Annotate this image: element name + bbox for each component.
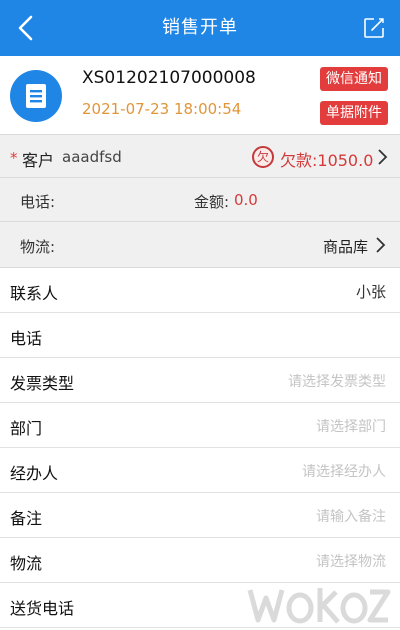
invoice-type-row[interactable]: 发票类型 请选择发票类型 bbox=[0, 358, 400, 403]
logistics-select-row[interactable]: 物流 请选择物流 bbox=[0, 538, 400, 583]
logistics-field-label: 物流 bbox=[10, 554, 43, 573]
phone-field-label: 电话 bbox=[10, 329, 43, 348]
phone-amount-row: 电话: 金额: 0.0 bbox=[0, 178, 400, 222]
owe-badge-icon: 欠 bbox=[252, 146, 274, 168]
order-number: XS01202107000008 bbox=[82, 68, 256, 88]
remark-row[interactable]: 备注 请输入备注 bbox=[0, 493, 400, 538]
logistics-row[interactable]: 物流: 商品库 bbox=[0, 222, 400, 268]
contact-row[interactable]: 联系人 小张 bbox=[0, 268, 400, 313]
remark-label: 备注 bbox=[10, 509, 43, 528]
handler-row[interactable]: 经办人 请选择经办人 bbox=[0, 448, 400, 493]
edit-button[interactable] bbox=[358, 12, 390, 44]
top-app-bar: 销售开单 bbox=[0, 0, 400, 56]
logistics-value: 商品库 bbox=[322, 238, 368, 256]
phone-label: 电话: bbox=[20, 193, 56, 211]
contact-label: 联系人 bbox=[10, 284, 59, 303]
logistics-label: 物流: bbox=[20, 238, 56, 256]
logistics-select[interactable]: 请选择物流 bbox=[316, 551, 386, 571]
phone-row[interactable]: 电话 bbox=[0, 313, 400, 358]
amount-label: 金额: bbox=[194, 193, 230, 211]
order-header: XS01202107000008 2021-07-23 18:00:54 微信通… bbox=[0, 56, 400, 134]
amount-value: 0.0 bbox=[234, 191, 258, 209]
delivery-phone-label: 送货电话 bbox=[10, 599, 75, 618]
handler-label: 经办人 bbox=[10, 464, 59, 483]
invoice-type-label: 发票类型 bbox=[10, 374, 75, 393]
customer-value: aaadfsd bbox=[62, 148, 122, 166]
required-marker: * bbox=[10, 149, 18, 167]
department-label: 部门 bbox=[10, 419, 43, 438]
customer-row[interactable]: * 客户 aaadfsd 欠 欠款:1050.0 bbox=[0, 134, 400, 178]
watermark-logo bbox=[247, 588, 391, 624]
owe-amount: 欠款:1050.0 bbox=[280, 151, 374, 170]
receipt-icon bbox=[10, 70, 62, 122]
edit-icon bbox=[364, 18, 384, 38]
department-row[interactable]: 部门 请选择部门 bbox=[0, 403, 400, 448]
wechat-notify-button[interactable]: 微信通知 bbox=[320, 67, 388, 91]
contact-value[interactable]: 小张 bbox=[356, 281, 386, 302]
handler-select[interactable]: 请选择经办人 bbox=[302, 461, 386, 481]
department-select[interactable]: 请选择部门 bbox=[316, 416, 386, 436]
order-datetime: 2021-07-23 18:00:54 bbox=[82, 100, 242, 118]
chevron-right-icon bbox=[376, 237, 386, 253]
customer-label: 客户 bbox=[22, 151, 55, 170]
chevron-right-icon bbox=[378, 149, 388, 165]
invoice-type-select[interactable]: 请选择发票类型 bbox=[288, 371, 386, 391]
remark-input[interactable]: 请输入备注 bbox=[316, 506, 386, 526]
attachment-button[interactable]: 单据附件 bbox=[320, 101, 388, 125]
page-title: 销售开单 bbox=[162, 17, 238, 38]
